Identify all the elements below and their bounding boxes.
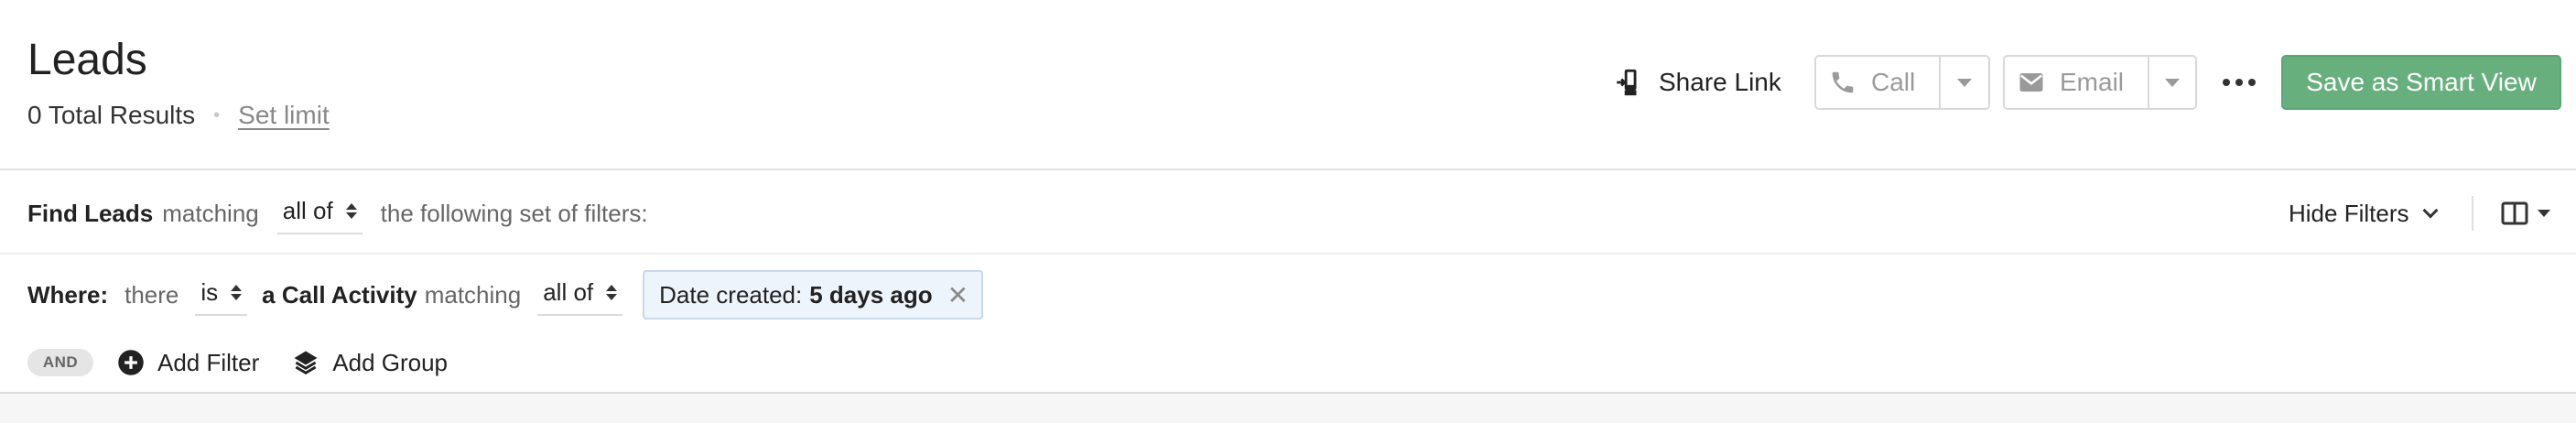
results-area: [0, 392, 2576, 423]
activity-match-mode-value: all of: [543, 277, 594, 306]
set-limit-link[interactable]: Set limit: [238, 101, 330, 130]
matching-label: matching: [162, 199, 259, 227]
more-horizontal-icon: [2223, 79, 2230, 86]
phone-icon: [1832, 71, 1854, 93]
plus-circle-icon: [118, 350, 144, 375]
and-operator-pill[interactable]: AND: [27, 349, 93, 376]
select-arrows-icon: [231, 284, 243, 300]
email-dropdown-toggle[interactable]: [2149, 57, 2195, 108]
filters-suffix: the following set of filters:: [380, 199, 648, 227]
chevron-down-icon: [2422, 202, 2439, 219]
leads-page: Leads 0 Total Results • Set limit Share …: [0, 0, 2576, 423]
email-button[interactable]: Email: [2005, 57, 2150, 108]
add-group-button[interactable]: Add Group: [292, 349, 448, 377]
share-link-label: Share Link: [1659, 68, 1781, 96]
match-mode-value: all of: [282, 196, 333, 224]
find-leads-label: Find Leads: [27, 199, 154, 227]
call-label: Call: [1871, 68, 1916, 96]
matching-label: matching: [424, 280, 522, 309]
select-arrows-icon: [345, 202, 357, 219]
is-value: is: [200, 277, 219, 306]
share-link-icon: [1617, 69, 1637, 96]
page-header: Leads 0 Total Results • Set limit Share …: [0, 0, 2576, 170]
where-row: Where: there is a Call Activity matching…: [27, 266, 984, 324]
chip-label: Date created:: [659, 280, 803, 309]
there-label: there: [124, 280, 179, 309]
save-smart-view-button[interactable]: Save as Smart View: [2281, 55, 2561, 110]
chip-value: 5 days ago: [809, 280, 933, 309]
close-icon[interactable]: ✕: [947, 280, 969, 310]
layers-icon: [294, 351, 318, 374]
share-link-button[interactable]: Share Link: [1613, 62, 1781, 103]
call-button[interactable]: Call: [1816, 57, 1942, 108]
email-label: Email: [2060, 68, 2125, 96]
email-split-button: Email: [2003, 55, 2197, 110]
results-summary: 0 Total Results • Set limit: [27, 99, 330, 132]
logic-row: AND Add Filter Add Group: [27, 342, 448, 383]
call-split-button: Call: [1814, 55, 1990, 110]
is-select[interactable]: is: [195, 275, 248, 316]
columns-icon: [2501, 201, 2528, 225]
where-label: Where:: [27, 280, 109, 309]
match-mode-select[interactable]: all of: [276, 193, 363, 234]
add-filter-label: Add Filter: [157, 348, 260, 376]
separator-dot: •: [213, 104, 221, 125]
select-arrows-icon: [606, 284, 618, 300]
find-leads-row: Find Leads matching all of the following…: [0, 172, 2576, 255]
columns-toggle-button[interactable]: [2501, 172, 2550, 255]
hide-filters-label: Hide Filters: [2289, 199, 2409, 227]
caret-down-icon: [2165, 78, 2180, 87]
call-dropdown-toggle[interactable]: [1941, 57, 1988, 108]
divider: [2472, 196, 2473, 231]
page-title: Leads: [27, 36, 147, 84]
caret-down-icon: [1957, 78, 1973, 87]
envelope-icon: [2019, 73, 2043, 92]
caret-down-icon: [2538, 210, 2550, 217]
find-query: Find Leads matching all of the following…: [27, 172, 648, 255]
filter-chip-date-created[interactable]: Date created: 5 days ago ✕: [643, 270, 984, 320]
activity-type[interactable]: a Call Activity: [262, 281, 417, 309]
activity-match-mode-select[interactable]: all of: [537, 275, 623, 316]
hide-filters-button[interactable]: Hide Filters: [2289, 172, 2439, 255]
more-actions-button[interactable]: [2219, 68, 2259, 97]
total-results: 0 Total Results: [27, 101, 196, 129]
add-filter-button[interactable]: Add Filter: [117, 349, 259, 377]
add-group-label: Add Group: [332, 348, 449, 376]
